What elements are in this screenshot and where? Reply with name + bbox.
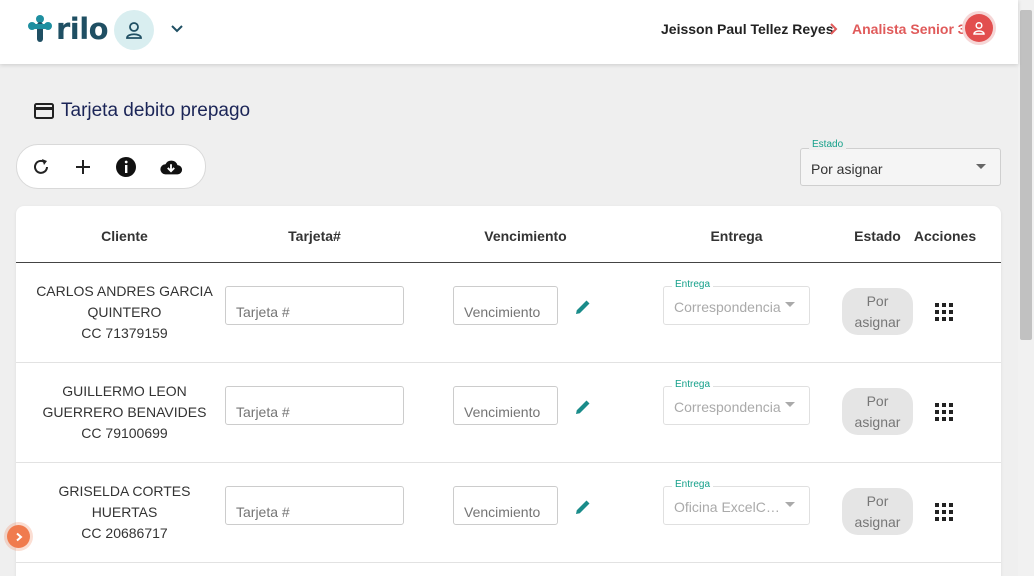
estado-filter-select[interactable]: Estado Por asignar [800, 139, 1001, 186]
client-name: GRISELDA CORTES HUERTAS [58, 483, 191, 520]
expiry-input[interactable] [453, 386, 558, 425]
credit-card-icon [34, 103, 54, 119]
card-number-input[interactable] [225, 386, 404, 425]
estado-filter-value: Por asignar [811, 161, 883, 177]
column-header-acciones: Acciones [913, 228, 977, 244]
dropdown-arrow-icon [785, 402, 795, 407]
delivery-label: Entrega [672, 279, 714, 290]
page-title: Tarjeta debito prepago [34, 100, 250, 122]
client-id: CC 20686717 [81, 525, 168, 541]
delivery-value: Oficina ExcelCredit [674, 499, 782, 515]
grid-dots-icon[interactable] [935, 503, 953, 521]
download-button[interactable] [159, 155, 183, 179]
app-logo[interactable]: rilo [27, 12, 109, 46]
column-header-vencimiento: Vencimiento [484, 228, 567, 244]
user-role: Analista Senior 3 [852, 21, 966, 37]
info-button[interactable] [115, 155, 137, 179]
table-row: GRISELDA CORTES HUERTAS CC 20686717 Entr… [16, 463, 1001, 563]
card-number-input[interactable] [225, 486, 404, 525]
top-bar: rilo Jeisson Paul Tellez Reyes Analista … [0, 0, 1018, 64]
user-icon [126, 22, 142, 39]
table-row: CARLOS ANDRES GARCIA QUINTERO CC 7137915… [16, 263, 1001, 363]
dropdown-arrow-icon [785, 502, 795, 507]
sidebar-toggle-button[interactable] [7, 525, 30, 548]
expiry-input[interactable] [453, 486, 558, 525]
user-menu-toggle[interactable] [166, 18, 188, 40]
plus-icon [76, 159, 90, 174]
client-cell: CARLOS ANDRES GARCIA QUINTERO CC 7137915… [36, 281, 213, 344]
status-badge: Por asignar [842, 388, 913, 435]
client-cell: GUILLERMO LEON GUERRERO BENAVIDES CC 791… [36, 381, 213, 444]
refresh-button[interactable] [31, 155, 51, 179]
action-toolbar [16, 144, 206, 189]
add-button[interactable] [73, 155, 93, 179]
rilo-logo-icon [28, 15, 52, 42]
expiry-input[interactable] [453, 286, 558, 325]
edit-expiry-button[interactable] [572, 396, 594, 418]
page-title-text: Tarjeta debito prepago [61, 100, 251, 121]
role-avatar-button[interactable] [965, 14, 993, 42]
chevron-right-icon [15, 532, 23, 541]
client-id: CC 79100699 [81, 425, 168, 441]
delivery-value: Correspondencia [674, 299, 781, 315]
column-header-cliente: Cliente [101, 228, 148, 244]
client-name: GUILLERMO LEON GUERRERO BENAVIDES [42, 383, 207, 420]
delivery-select[interactable]: Entrega Oficina ExcelCredit [663, 479, 810, 525]
column-header-tarjeta: Tarjeta# [288, 228, 341, 244]
info-icon [116, 156, 136, 177]
grid-dots-icon[interactable] [935, 403, 953, 421]
client-name: CARLOS ANDRES GARCIA QUINTERO [36, 283, 213, 320]
edit-expiry-button[interactable] [572, 496, 594, 518]
user-name: Jeisson Paul Tellez Reyes [661, 21, 834, 37]
client-id: CC 71379159 [81, 325, 168, 341]
card-table: Cliente Tarjeta# Vencimiento Entrega Est… [16, 206, 1001, 576]
delivery-label: Entrega [672, 379, 714, 390]
client-cell: GRISELDA CORTES HUERTAS CC 20686717 [36, 481, 213, 544]
card-number-input[interactable] [225, 286, 404, 325]
status-badge: Por asignar [842, 288, 913, 335]
pencil-icon [576, 500, 590, 514]
delivery-select[interactable]: Entrega Correspondencia [663, 279, 810, 325]
status-badge: Por asignar [842, 488, 913, 535]
chevron-down-icon [171, 25, 183, 33]
pencil-icon [576, 400, 590, 414]
column-header-estado: Estado [854, 228, 901, 244]
refresh-icon [34, 158, 48, 174]
dropdown-arrow-icon [785, 302, 795, 307]
logo-text: rilo [56, 12, 109, 46]
grid-dots-icon[interactable] [935, 303, 953, 321]
edit-expiry-button[interactable] [572, 296, 594, 318]
column-header-entrega: Entrega [710, 228, 763, 244]
cloud-download-icon [160, 160, 183, 174]
delivery-value: Correspondencia [674, 399, 781, 415]
scrollbar-thumb[interactable] [1020, 10, 1032, 340]
pencil-icon [576, 300, 590, 314]
table-row: GUILLERMO LEON GUERRERO BENAVIDES CC 791… [16, 363, 1001, 463]
estado-filter-label: Estado [809, 139, 847, 150]
chevron-right-icon [830, 23, 838, 35]
user-icon [973, 21, 985, 35]
user-avatar-button[interactable] [114, 10, 154, 50]
delivery-select[interactable]: Entrega Correspondencia [663, 379, 810, 425]
delivery-label: Entrega [672, 479, 714, 490]
dropdown-arrow-icon [976, 164, 986, 169]
